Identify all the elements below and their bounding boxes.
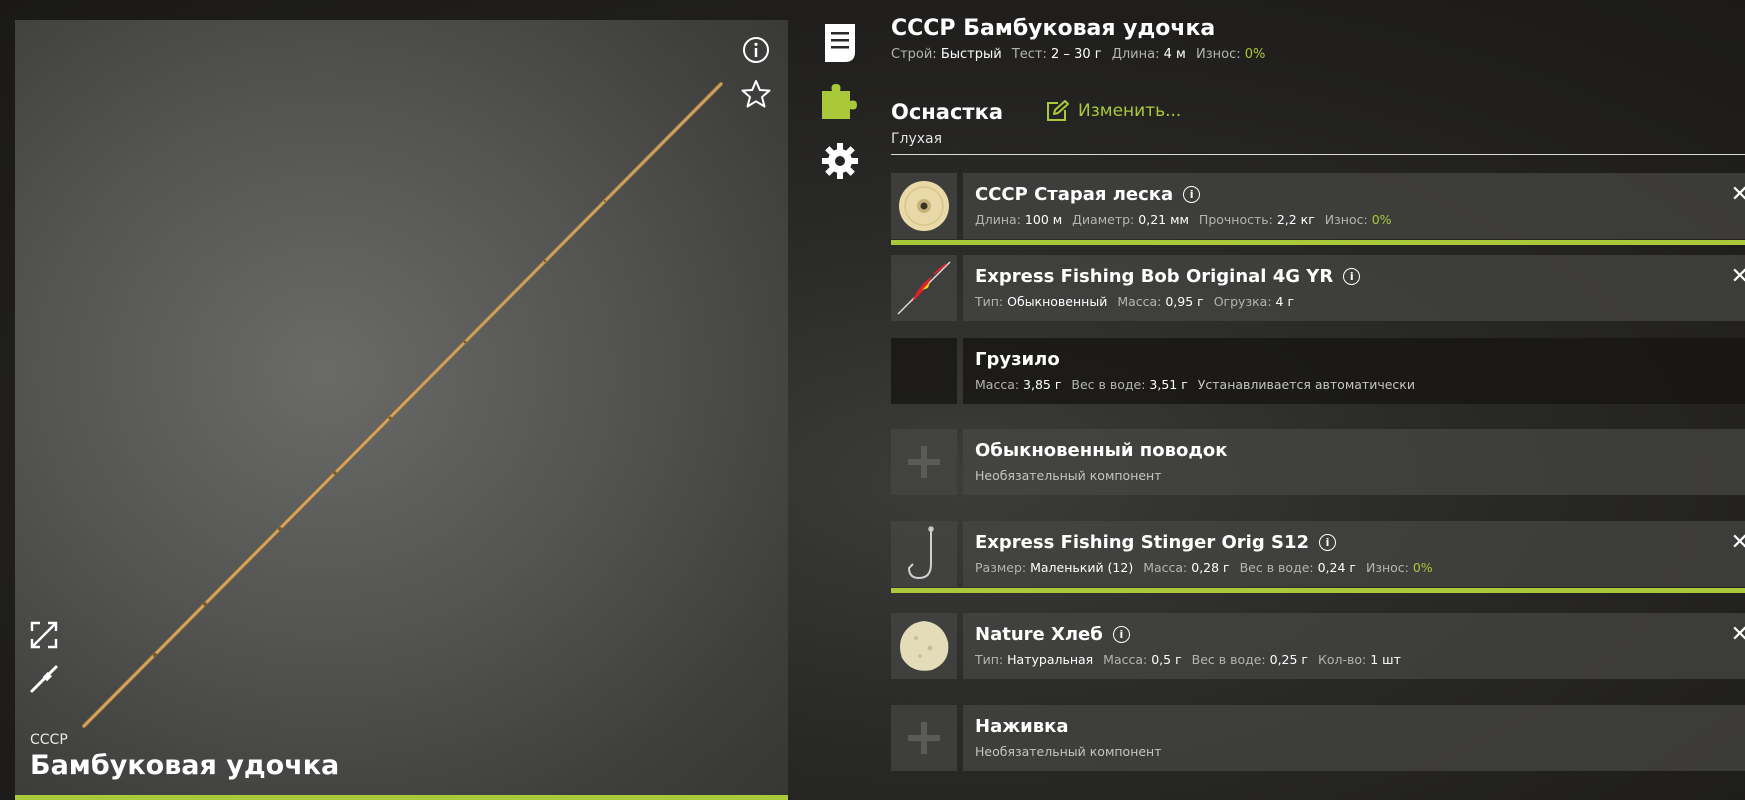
sinker-name: Грузило	[975, 349, 1060, 370]
info-icon[interactable]: i	[1319, 534, 1337, 551]
remove-hook-button[interactable]: ✕	[1731, 530, 1745, 555]
preview-accent-bar	[15, 795, 788, 800]
line-props: Длина: 100 м Диаметр: 0,21 мм Прочность:…	[975, 212, 1392, 227]
rod-header: СССР Бамбуковая удочка Строй: Быстрый Те…	[891, 16, 1265, 62]
leader-name: Обыкновенный поводок	[975, 440, 1228, 461]
puzzle-icon	[822, 84, 857, 119]
build-value: Быстрый	[940, 47, 1002, 62]
hook-details: Express Fishing Stinger Orig S12 i Разме…	[963, 521, 1745, 587]
hook-wear-bar	[891, 588, 1745, 593]
tackle-slot-hook[interactable]: Express Fishing Stinger Orig S12 i Разме…	[891, 521, 1745, 593]
rod-name-label: Бамбуковая удочка	[30, 750, 340, 781]
lure-props: Необязательный компонент	[975, 744, 1162, 759]
rig-title: Оснастка	[891, 100, 1004, 124]
gear-icon	[822, 143, 858, 179]
line-thumb	[891, 173, 957, 239]
bobber-name: Express Fishing Bob Original 4G YR i	[975, 266, 1745, 287]
info-icon[interactable]	[739, 33, 773, 67]
rod-brand-label: СССР	[30, 732, 68, 748]
length-label: Длина:	[1111, 47, 1160, 62]
bobber-thumb	[891, 255, 957, 321]
change-rig-button[interactable]: Изменить...	[1046, 100, 1181, 122]
tackle-slot-bobber[interactable]: Express Fishing Bob Original 4G YR i Тип…	[891, 255, 1745, 321]
info-icon[interactable]: i	[1343, 268, 1361, 285]
wear-value: 0%	[1244, 47, 1266, 62]
rod-stats: Строй: Быстрый Тест: 2 – 30 г Длина: 4 м…	[891, 47, 1265, 62]
sinker-thumb	[891, 338, 957, 404]
hook-thumb	[891, 521, 957, 587]
plus-icon[interactable]	[904, 718, 944, 758]
lure-details: Наживка Необязательный компонент	[963, 705, 1745, 771]
rod-image	[81, 81, 724, 729]
remove-line-button[interactable]: ✕	[1731, 182, 1745, 207]
favorite-star-icon[interactable]	[739, 77, 773, 111]
tackle-slot-bait[interactable]: Nature Хлеб i Тип: Натуральная Масса: 0,…	[891, 613, 1745, 679]
rig-type: Глухая	[891, 131, 943, 147]
remove-bobber-button[interactable]: ✕	[1731, 264, 1745, 289]
bait-name: Nature Хлеб i	[975, 624, 1745, 645]
hook-name: Express Fishing Stinger Orig S12 i	[975, 532, 1745, 553]
test-value: 2 – 30 г	[1051, 47, 1102, 62]
tackle-slot-sinker[interactable]: Грузило Масса: 3,85 г Вес в воде: 3,51 г…	[891, 338, 1745, 404]
bobber-props: Тип: Обыкновенный Масса: 0,95 г Огрузка:…	[975, 294, 1295, 309]
line-name: СССР Старая леска i	[975, 184, 1745, 205]
bobber-details: Express Fishing Bob Original 4G YR i Тип…	[963, 255, 1745, 321]
hook-props: Размер: Маленький (12) Масса: 0,28 г Вес…	[975, 560, 1433, 575]
leader-props: Необязательный компонент	[975, 468, 1162, 483]
plus-icon[interactable]	[904, 442, 944, 482]
tackle-slot-lure[interactable]: Наживка Необязательный компонент	[891, 705, 1745, 771]
info-icon[interactable]: i	[1183, 186, 1201, 203]
line-details: СССР Старая леска i Длина: 100 м Диаметр…	[963, 173, 1745, 239]
rig-divider	[891, 154, 1745, 155]
rod-title: СССР Бамбуковая удочка	[891, 16, 1216, 41]
tackle-slot-leader[interactable]: Обыкновенный поводок Необязательный комп…	[891, 429, 1745, 495]
nav-tackle[interactable]	[815, 77, 865, 127]
nav-info-sheet[interactable]	[815, 18, 865, 68]
test-label: Тест:	[1011, 47, 1047, 62]
fullscreen-icon[interactable]	[27, 618, 61, 652]
float-bobber-icon	[897, 261, 951, 315]
rod-type-icon[interactable]	[27, 662, 61, 696]
edit-icon	[1047, 100, 1069, 121]
bait-props: Тип: Натуральная Масса: 0,5 г Вес в воде…	[975, 652, 1401, 667]
sinker-details: Грузило Масса: 3,85 г Вес в воде: 3,51 г…	[963, 338, 1745, 404]
wear-label: Износ:	[1195, 47, 1241, 62]
line-wear-bar	[891, 240, 1745, 245]
info-icon[interactable]: i	[1112, 626, 1130, 643]
length-value: 4 м	[1163, 47, 1186, 62]
bait-details: Nature Хлеб i Тип: Натуральная Масса: 0,…	[963, 613, 1745, 679]
leader-details: Обыкновенный поводок Необязательный комп…	[963, 429, 1745, 495]
leader-thumb	[891, 429, 957, 495]
change-rig-label: Изменить...	[1078, 101, 1182, 121]
hook-icon	[907, 526, 934, 580]
bait-thumb	[891, 613, 957, 679]
nav-settings[interactable]	[815, 136, 865, 186]
bread-bait-icon	[900, 621, 949, 671]
fishing-line-spool-icon	[899, 181, 949, 231]
side-nav	[815, 18, 865, 195]
rod-preview-panel: СССР Бамбуковая удочка	[15, 20, 788, 800]
tackle-slot-line[interactable]: СССР Старая леска i Длина: 100 м Диаметр…	[891, 173, 1745, 245]
build-label: Строй:	[891, 47, 937, 62]
lure-name: Наживка	[975, 716, 1069, 737]
lure-thumb	[891, 705, 957, 771]
document-icon	[825, 24, 855, 62]
remove-bait-button[interactable]: ✕	[1731, 622, 1745, 647]
sinker-props: Масса: 3,85 г Вес в воде: 3,51 г Устанав…	[975, 377, 1415, 392]
